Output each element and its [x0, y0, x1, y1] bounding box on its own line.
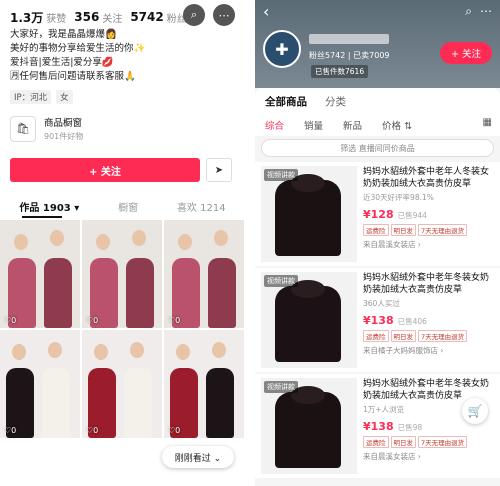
video-explain-tag: 视频讲款 — [264, 381, 298, 393]
profile-tags: IP：河北 女 — [10, 90, 73, 104]
recently-viewed-button[interactable]: 刚刚看过 ⌄ — [162, 446, 234, 468]
product-sold: 已售406 — [397, 317, 427, 326]
video-thumbnail[interactable]: ♡0 — [82, 220, 162, 328]
search-icon[interactable]: ⌕ — [183, 4, 205, 26]
tab-shop-window[interactable]: 橱窗 — [118, 199, 138, 214]
shop-window-count: 901件好物 — [44, 132, 84, 141]
product-sold: 已售944 — [397, 211, 427, 220]
product-card[interactable]: 视频讲款 妈妈水貂绒外套中老年人冬装女奶奶装加绒大衣高贵仿皮草 近30天好评率9… — [255, 162, 500, 266]
product-subtitle: 360人买过 — [363, 299, 400, 308]
return-badge: 7天无理由退货 — [418, 330, 468, 342]
product-price: ¥128 — [363, 208, 394, 221]
layout-toggle-icon[interactable]: ▦ — [483, 117, 492, 128]
next-day-badge: 明日发 — [390, 224, 416, 236]
video-explain-tag: 视频讲款 — [264, 275, 298, 287]
tab-all-products[interactable]: 全部商品 — [265, 94, 307, 109]
shop-stats: 粉丝5742 | 已卖7009 — [309, 51, 390, 60]
product-store-link[interactable]: 来自晨溪女装店 › — [363, 239, 493, 250]
share-icon[interactable]: ➤ — [206, 158, 232, 182]
video-thumbnail[interactable]: ♡0 — [0, 220, 80, 328]
bio-line: 大家好，我是晶晶爆爆👩 — [10, 29, 117, 40]
sort-sales[interactable]: 销量 — [304, 118, 323, 132]
fans-count[interactable]: 5742 — [130, 10, 163, 24]
profile-tabs: 作品 1903 ▾ 橱窗 喜欢 1214 — [0, 195, 245, 217]
product-image[interactable]: 视频讲款 — [261, 272, 357, 368]
product-card[interactable]: 视频讲款 妈妈水貂绒外套中老年冬装女奶奶装加绒大衣高贵仿皮草 360人买过 ¥1… — [255, 268, 500, 372]
video-like-count: ♡0 — [4, 426, 17, 435]
shop-tabs: 全部商品 分类 — [255, 88, 500, 114]
live-price-filter[interactable]: 筛选 直播间同价商品 — [261, 139, 494, 157]
shipping-insurance-badge: 运费险 — [363, 436, 389, 448]
shop-window-entry[interactable]: 🛍 商品橱窗 901件好物 — [10, 115, 83, 142]
tab-underline — [22, 216, 62, 218]
bio-line: 🈷任何售后问题请联系客服🙏 — [10, 71, 136, 82]
search-icon[interactable]: ⌕ — [465, 4, 472, 19]
back-arrow-icon[interactable]: ‹ — [263, 2, 269, 21]
video-thumbnail[interactable]: ♡0 — [0, 330, 80, 438]
bio-line: 美好的事物分享给爱生活的你✨ — [10, 43, 146, 54]
shipping-insurance-badge: 运费险 — [363, 330, 389, 342]
video-like-count: ♡0 — [86, 316, 99, 325]
header-icons: ⌕ ⋯ — [465, 4, 492, 19]
profile-panel: 1.3万 获赞 356 关注 5742 粉丝 ⌕ ⋯ 大家好，我是晶晶爆爆👩 美… — [0, 0, 245, 486]
tab-categories[interactable]: 分类 — [325, 94, 346, 109]
product-sold: 已售98 — [397, 423, 423, 432]
shop-follow-button[interactable]: + 关注 — [440, 42, 492, 64]
video-explain-tag: 视频讲款 — [264, 169, 298, 181]
video-like-count: ♡0 — [4, 316, 17, 325]
video-like-count: ♡0 — [168, 426, 181, 435]
product-card[interactable]: 视频讲款 妈妈水貂绒外套中老年冬装女奶奶装加绒大衣高贵仿皮草 1万+人浏览 ¥1… — [255, 374, 500, 478]
following-count[interactable]: 356 — [74, 10, 99, 24]
product-store-link[interactable]: 来自晨溪女装店 › — [363, 451, 493, 462]
cart-icon[interactable]: 🛒 — [462, 398, 488, 424]
product-price: ¥138 — [363, 314, 394, 327]
product-title: 妈妈水貂绒外套中老年人冬装女奶奶装加绒大衣高贵仿皮草 — [363, 167, 490, 189]
more-icon[interactable]: ⋯ — [480, 4, 492, 19]
product-title: 妈妈水貂绒外套中老年冬装女奶奶装加绒大衣高贵仿皮草 — [363, 273, 490, 295]
sort-bar: 综合 销量 新品 价格 ⇅ — [255, 114, 500, 136]
product-subtitle: 近30天好评率98.1% — [363, 193, 434, 202]
sort-price[interactable]: 价格 ⇅ — [382, 118, 412, 132]
next-day-badge: 明日发 — [390, 436, 416, 448]
video-thumbnail[interactable]: ♡0 — [164, 220, 244, 328]
shop-panel: ‹ ⌕ ⋯ ✚ 粉丝5742 | 已卖7009 已售件数7616 + 关注 全部… — [255, 0, 500, 486]
follow-button[interactable]: + 关注 — [10, 158, 200, 182]
profile-bio: 大家好，我是晶晶爆爆👩 美好的事物分享给爱生活的你✨ 爱抖音|爱生活|爱分享💋 … — [10, 28, 236, 84]
next-day-badge: 明日发 — [390, 330, 416, 342]
following-label: 关注 — [102, 13, 123, 25]
return-badge: 7天无理由退货 — [418, 436, 468, 448]
shop-name-blurred — [309, 34, 389, 44]
shop-window-title: 商品橱窗 — [44, 118, 83, 129]
sort-new[interactable]: 新品 — [343, 118, 362, 132]
likes-count[interactable]: 1.3万 — [10, 9, 43, 26]
screenshot-root: 1.3万 获赞 356 关注 5742 粉丝 ⌕ ⋯ 大家好，我是晶晶爆爆👩 美… — [0, 0, 500, 486]
product-image[interactable]: 视频讲款 — [261, 378, 357, 474]
tab-likes[interactable]: 喜欢 1214 — [177, 199, 226, 214]
shop-avatar[interactable]: ✚ — [263, 30, 301, 68]
product-image[interactable]: 视频讲款 — [261, 166, 357, 262]
product-list: 视频讲款 妈妈水貂绒外套中老年人冬装女奶奶装加绒大衣高贵仿皮草 近30天好评率9… — [255, 162, 500, 480]
video-thumbnail[interactable]: ♡0 — [164, 330, 244, 438]
product-price: ¥138 — [363, 420, 394, 433]
shop-sold-badge: 已售件数7616 — [311, 65, 369, 78]
video-like-count: ♡0 — [168, 316, 181, 325]
video-thumbnail[interactable]: ♡0 — [82, 330, 162, 438]
video-grid: ♡0 ♡0 ♡0 ♡0 ♡0 ♡0 — [0, 220, 245, 438]
video-like-count: ♡0 — [86, 426, 99, 435]
more-icon[interactable]: ⋯ — [213, 4, 235, 26]
gender-tag: 女 — [56, 90, 73, 104]
bio-line: 爱抖音|爱生活|爱分享💋 — [10, 57, 114, 68]
ip-tag: IP：河北 — [10, 90, 52, 104]
shop-bag-icon: 🛍 — [10, 115, 36, 142]
return-badge: 7天无理由退货 — [418, 224, 468, 236]
likes-label: 获赞 — [46, 13, 67, 25]
shop-header: ‹ ⌕ ⋯ ✚ 粉丝5742 | 已卖7009 已售件数7616 + 关注 — [255, 0, 500, 88]
sort-overall[interactable]: 综合 — [265, 118, 284, 132]
shipping-insurance-badge: 运费险 — [363, 224, 389, 236]
tab-works[interactable]: 作品 1903 ▾ — [19, 199, 79, 214]
product-store-link[interactable]: 来自橘子大妈妈服饰店 › — [363, 345, 493, 356]
